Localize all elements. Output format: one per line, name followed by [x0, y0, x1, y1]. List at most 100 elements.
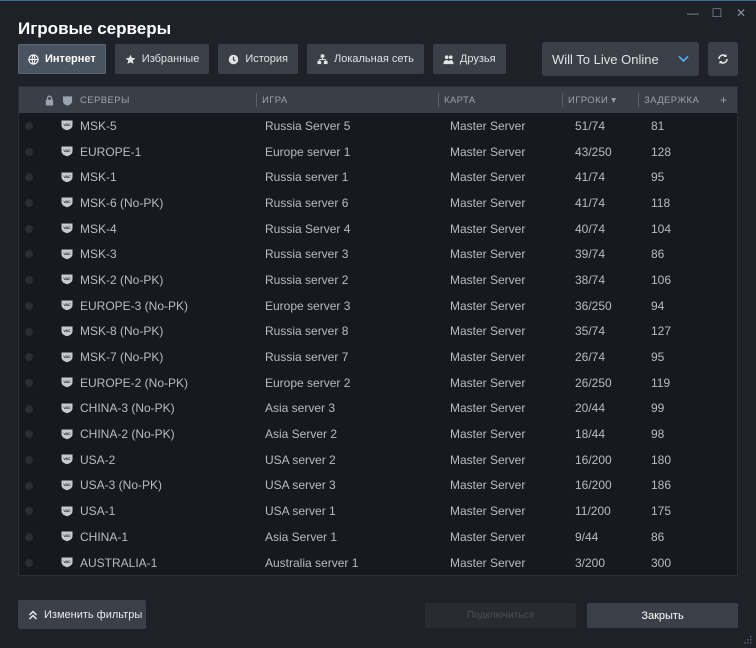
row-status-dot	[25, 558, 33, 567]
server-players: 43/250	[575, 144, 612, 159]
refresh-button[interactable]	[708, 42, 738, 76]
svg-text:VAC: VAC	[63, 380, 71, 384]
close-window-button[interactable]: ✕	[732, 6, 750, 20]
server-latency: 106	[651, 272, 672, 287]
server-map: Master Server	[450, 298, 526, 313]
server-name: AUSTRALIA-1	[80, 555, 158, 570]
server-map: Master Server	[450, 555, 526, 570]
lock-column-header[interactable]	[44, 87, 55, 113]
tab-history[interactable]: История	[218, 44, 298, 74]
clock-icon	[229, 54, 239, 64]
table-row[interactable]: VAC MSK-6 (No-PK) Russia server 6 Master Se…	[19, 190, 737, 216]
header-latency[interactable]: ЗАДЕРЖКА	[637, 87, 699, 113]
table-row[interactable]: VAC AUSTRALIA-1 Australia server 1 Master S…	[19, 550, 737, 575]
table-row[interactable]: VAC MSK-4 Russia Server 4 Master Server 40/7…	[19, 216, 737, 242]
table-row[interactable]: VAC EUROPE-3 (No-PK) Europe server 3 Master…	[19, 293, 737, 319]
server-latency: 118	[651, 195, 671, 210]
server-game: Russia server 6	[265, 195, 349, 210]
maximize-button[interactable]: ☐	[708, 6, 726, 20]
add-column-button[interactable]: +	[720, 87, 727, 113]
tab-lan[interactable]: Локальная сеть	[307, 44, 424, 74]
server-game: USA server 1	[265, 504, 336, 519]
header-game[interactable]: ИГРА	[256, 87, 288, 113]
table-row[interactable]: VAC EUROPE-1 Europe server 1 Master Server 4…	[19, 139, 737, 165]
close-button[interactable]: Закрыть	[587, 603, 738, 628]
tab-friends[interactable]: Друзья	[432, 44, 506, 74]
vac-shield-icon: VAC	[61, 293, 73, 319]
server-game: Europe server 2	[265, 375, 351, 390]
table-row[interactable]: VAC MSK-8 (No-PK) Russia server 8 Master Se…	[19, 319, 737, 345]
vac-shield-icon: VAC	[61, 421, 73, 447]
svg-text:VAC: VAC	[63, 149, 71, 153]
server-map: Master Server	[450, 144, 526, 159]
vac-shield-icon: VAC	[61, 370, 73, 396]
server-tabs: Интернет Избранные История Локальная сет…	[18, 44, 506, 74]
server-latency: 95	[651, 170, 665, 185]
connect-button[interactable]: Подключиться	[425, 603, 576, 628]
game-filter-value: Will To Live Online	[552, 51, 659, 67]
table-row[interactable]: VAC MSK-5 Russia Server 5 Master Server 51/7…	[19, 113, 737, 139]
server-players: 26/250	[575, 375, 612, 390]
change-filters-button[interactable]: Изменить фильтры	[18, 600, 146, 629]
server-players: 38/74	[575, 272, 606, 287]
server-map: Master Server	[450, 427, 526, 442]
row-status-dot	[25, 533, 33, 541]
server-players: 26/74	[575, 350, 606, 365]
vac-shield-icon: VAC	[61, 113, 73, 139]
server-map: Master Server	[450, 195, 526, 210]
svg-text:VAC: VAC	[63, 252, 71, 256]
header-servers[interactable]: СЕРВЕРЫ	[80, 87, 130, 113]
row-status-dot	[25, 353, 33, 362]
vac-column-header[interactable]	[62, 87, 73, 113]
row-status-dot	[25, 276, 33, 285]
minimize-button[interactable]: —	[684, 6, 702, 20]
table-row[interactable]: VAC MSK-1 Russia server 1 Master Server 41/7…	[19, 164, 737, 190]
table-row[interactable]: VAC USA-2 USA server 2 Master Server 16/200 1…	[19, 447, 737, 473]
table-row[interactable]: VAC CHINA-3 (No-PK) Asia server 3 Master Se…	[19, 396, 737, 422]
tab-internet[interactable]: Интернет	[18, 44, 106, 74]
server-name: MSK-6 (No-PK)	[80, 195, 164, 210]
server-latency: 186	[651, 478, 672, 493]
server-name: MSK-5	[80, 118, 117, 133]
vac-shield-icon: VAC	[61, 498, 73, 524]
server-name: MSK-2 (No-PK)	[80, 272, 164, 287]
globe-icon	[28, 53, 39, 65]
row-status-dot	[25, 404, 33, 413]
lock-icon	[45, 95, 54, 106]
server-name: CHINA-2 (No-PK)	[80, 427, 175, 442]
tab-favorites[interactable]: Избранные	[114, 44, 210, 74]
game-filter-select[interactable]: Will To Live Online	[542, 42, 699, 76]
server-name: MSK-7 (No-PK)	[80, 350, 164, 365]
sort-desc-icon: ▾	[611, 94, 617, 106]
svg-text:VAC: VAC	[63, 560, 71, 564]
row-status-dot	[25, 147, 33, 156]
server-latency: 95	[651, 350, 665, 365]
server-latency: 300	[651, 555, 672, 570]
server-map: Master Server	[450, 118, 526, 133]
server-game: Russia Server 5	[265, 118, 351, 133]
vac-shield-icon: VAC	[61, 190, 73, 216]
table-header: СЕРВЕРЫ ИГРА КАРТА ИГРОКИ ▾ ЗАДЕРЖКА +	[19, 87, 737, 113]
server-latency: 175	[651, 504, 672, 519]
tab-internet-label: Интернет	[45, 53, 96, 65]
table-row[interactable]: VAC MSK-7 (No-PK) Russia server 7 Master Se…	[19, 344, 737, 370]
table-row[interactable]: VAC USA-1 USA server 1 Master Server 11/200 1…	[19, 498, 737, 524]
table-row[interactable]: VAC CHINA-1 Asia Server 1 Master Server 9/44…	[19, 524, 737, 550]
server-map: Master Server	[450, 529, 526, 544]
server-game: USA server 2	[265, 452, 336, 467]
table-row[interactable]: VAC MSK-2 (No-PK) Russia server 2 Master Se…	[19, 267, 737, 293]
table-row[interactable]: VAC USA-3 (No-PK) USA server 3 Master Serve…	[19, 473, 737, 499]
server-players: 16/200	[575, 452, 612, 467]
table-row[interactable]: VAC EUROPE-2 (No-PK) Europe server 2 Master…	[19, 370, 737, 396]
row-status-dot	[25, 301, 33, 310]
server-map: Master Server	[450, 504, 526, 519]
table-row[interactable]: VAC CHINA-2 (No-PK) Asia Server 2 Master Se…	[19, 421, 737, 447]
resize-grip-icon[interactable]	[742, 634, 752, 644]
vac-shield-icon: VAC	[61, 550, 73, 575]
header-players[interactable]: ИГРОКИ ▾	[561, 87, 617, 113]
header-map[interactable]: КАРТА	[438, 87, 476, 113]
window-top-border	[0, 0, 756, 1]
server-game: Asia Server 1	[265, 529, 338, 544]
svg-text:VAC: VAC	[63, 431, 71, 435]
table-row[interactable]: VAC MSK-3 Russia server 3 Master Server 39/7…	[19, 241, 737, 267]
